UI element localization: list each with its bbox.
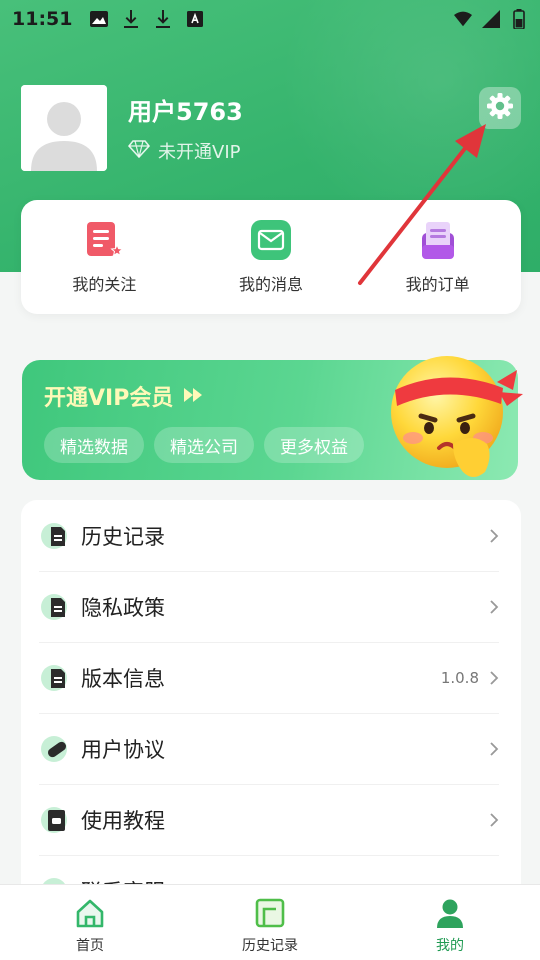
profile-icon <box>432 895 468 931</box>
default-user-icon <box>21 85 107 171</box>
document-icon <box>41 521 71 551</box>
download-icon <box>154 10 172 28</box>
menu-item-label: 隐私政策 <box>81 595 165 620</box>
vip-benefit-chips: 精选数据 精选公司 更多权益 <box>44 427 364 463</box>
vip-chip[interactable]: 精选公司 <box>154 427 254 463</box>
nav-label: 首页 <box>76 938 104 954</box>
message-envelope-icon <box>250 219 292 261</box>
quick-action-label: 我的消息 <box>238 275 303 294</box>
wifi-icon <box>454 10 472 28</box>
quick-action-messages[interactable]: 我的消息 <box>206 219 336 295</box>
vip-status-label: 未开通VIP <box>158 142 241 163</box>
vip-title-text: 开通VIP会员 <box>44 386 174 411</box>
vip-banner[interactable]: 开通VIP会员 精选数据 精选公司 更多权益 <box>22 356 523 480</box>
chevron-right-icon <box>489 670 499 686</box>
menu-item-tutorial[interactable]: 使用教程 <box>21 784 521 855</box>
follow-doc-icon <box>83 219 125 261</box>
document-icon <box>41 663 71 693</box>
order-clipboard-icon <box>417 219 459 261</box>
battery-icon <box>510 9 528 29</box>
diamond-icon <box>127 139 151 163</box>
image-icon <box>90 10 109 28</box>
status-time: 11:51 <box>12 8 73 30</box>
avatar[interactable] <box>21 85 107 171</box>
tutorial-icon <box>41 805 71 835</box>
vip-chip[interactable]: 更多权益 <box>264 427 364 463</box>
signal-icon <box>482 10 500 28</box>
mascot-emoji-illustration <box>377 332 527 482</box>
chevron-right-icon <box>489 528 499 544</box>
download-icon <box>122 10 140 28</box>
menu-list: 历史记录 隐私政策 版本信息 1.0.8 用户协议 使用教程 联系客服 <box>21 500 521 900</box>
vip-status[interactable]: 未开通VIP <box>127 138 241 164</box>
bottom-navigation: 首页 历史记录 我的 <box>0 884 540 960</box>
double-arrow-icon <box>183 384 205 409</box>
quick-actions-card: 我的关注 我的消息 我的订单 <box>21 200 521 314</box>
quick-action-label: 我的订单 <box>405 275 470 294</box>
menu-item-label: 历史记录 <box>81 524 165 549</box>
nav-profile[interactable]: 我的 <box>390 885 510 955</box>
menu-item-history[interactable]: 历史记录 <box>21 500 521 571</box>
home-icon <box>72 895 108 931</box>
nav-label: 我的 <box>436 938 464 954</box>
username: 用户5763 <box>128 98 243 126</box>
nav-label: 历史记录 <box>242 938 298 954</box>
pill-icon <box>41 734 71 764</box>
vip-chip[interactable]: 精选数据 <box>44 427 144 463</box>
chevron-right-icon <box>489 599 499 615</box>
document-icon <box>41 592 71 622</box>
quick-action-label: 我的关注 <box>72 275 137 294</box>
quick-action-orders[interactable]: 我的订单 <box>373 219 503 295</box>
menu-item-label: 用户协议 <box>81 737 165 762</box>
quick-action-follow[interactable]: 我的关注 <box>39 219 169 295</box>
gear-icon <box>486 92 514 124</box>
menu-item-privacy[interactable]: 隐私政策 <box>21 571 521 642</box>
chevron-right-icon <box>489 812 499 828</box>
menu-item-user-agreement[interactable]: 用户协议 <box>21 713 521 784</box>
menu-item-label: 版本信息 <box>81 666 165 691</box>
history-icon <box>252 895 288 931</box>
nav-history[interactable]: 历史记录 <box>210 885 330 955</box>
settings-button[interactable] <box>479 87 521 129</box>
vip-title[interactable]: 开通VIP会员 <box>44 380 205 412</box>
version-value: 1.0.8 <box>440 668 479 687</box>
nav-home[interactable]: 首页 <box>30 885 150 955</box>
menu-item-version[interactable]: 版本信息 1.0.8 <box>21 642 521 713</box>
status-bar: 11:51 <box>0 0 540 38</box>
keyboard-a-icon <box>186 10 204 28</box>
menu-item-label: 使用教程 <box>81 808 165 833</box>
chevron-right-icon <box>489 741 499 757</box>
